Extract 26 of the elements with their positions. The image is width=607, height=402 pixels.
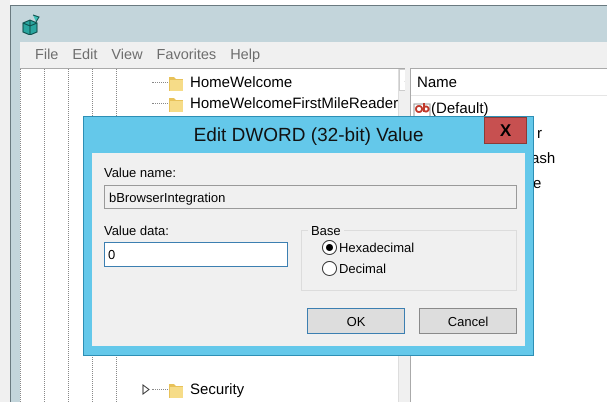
dialog-title: Edit DWORD (32-bit) Value	[192, 125, 424, 147]
tree-item[interactable]: HomeWelcomeFirstMileReader	[190, 95, 398, 112]
expand-arrow-icon[interactable]	[142, 384, 150, 395]
dialog-button[interactable]: OK	[307, 308, 405, 334]
menu-item[interactable]: Help	[230, 47, 260, 63]
close-button[interactable]: X	[484, 117, 527, 144]
menu-item[interactable]: File	[35, 47, 58, 63]
radio-button[interactable]	[322, 240, 337, 255]
radio-label[interactable]: Decimal	[339, 261, 386, 276]
tree-item[interactable]: HomeWelcome	[190, 74, 292, 91]
field-label: Value data:	[104, 223, 170, 238]
group-label: Base	[310, 223, 342, 238]
tree-item[interactable]: Security	[190, 381, 244, 398]
menu-item[interactable]: View	[111, 47, 143, 63]
value-data-field[interactable]: 0	[104, 242, 288, 267]
radio-button[interactable]	[322, 261, 337, 276]
menu-item[interactable]: Edit	[72, 47, 98, 63]
value-name[interactable]: (Default)	[431, 100, 489, 117]
radio-label[interactable]: Hexadecimal	[339, 240, 414, 255]
column-header[interactable]: Name	[417, 74, 458, 90]
field-label: Value name:	[104, 165, 178, 180]
value-name[interactable]: e	[533, 175, 542, 192]
dialog-button[interactable]: Cancel	[419, 308, 517, 334]
value-name-field[interactable]: bBrowserIntegration	[104, 185, 517, 209]
menu-item[interactable]: Favorites	[156, 47, 216, 63]
value-name[interactable]: r	[537, 125, 542, 142]
